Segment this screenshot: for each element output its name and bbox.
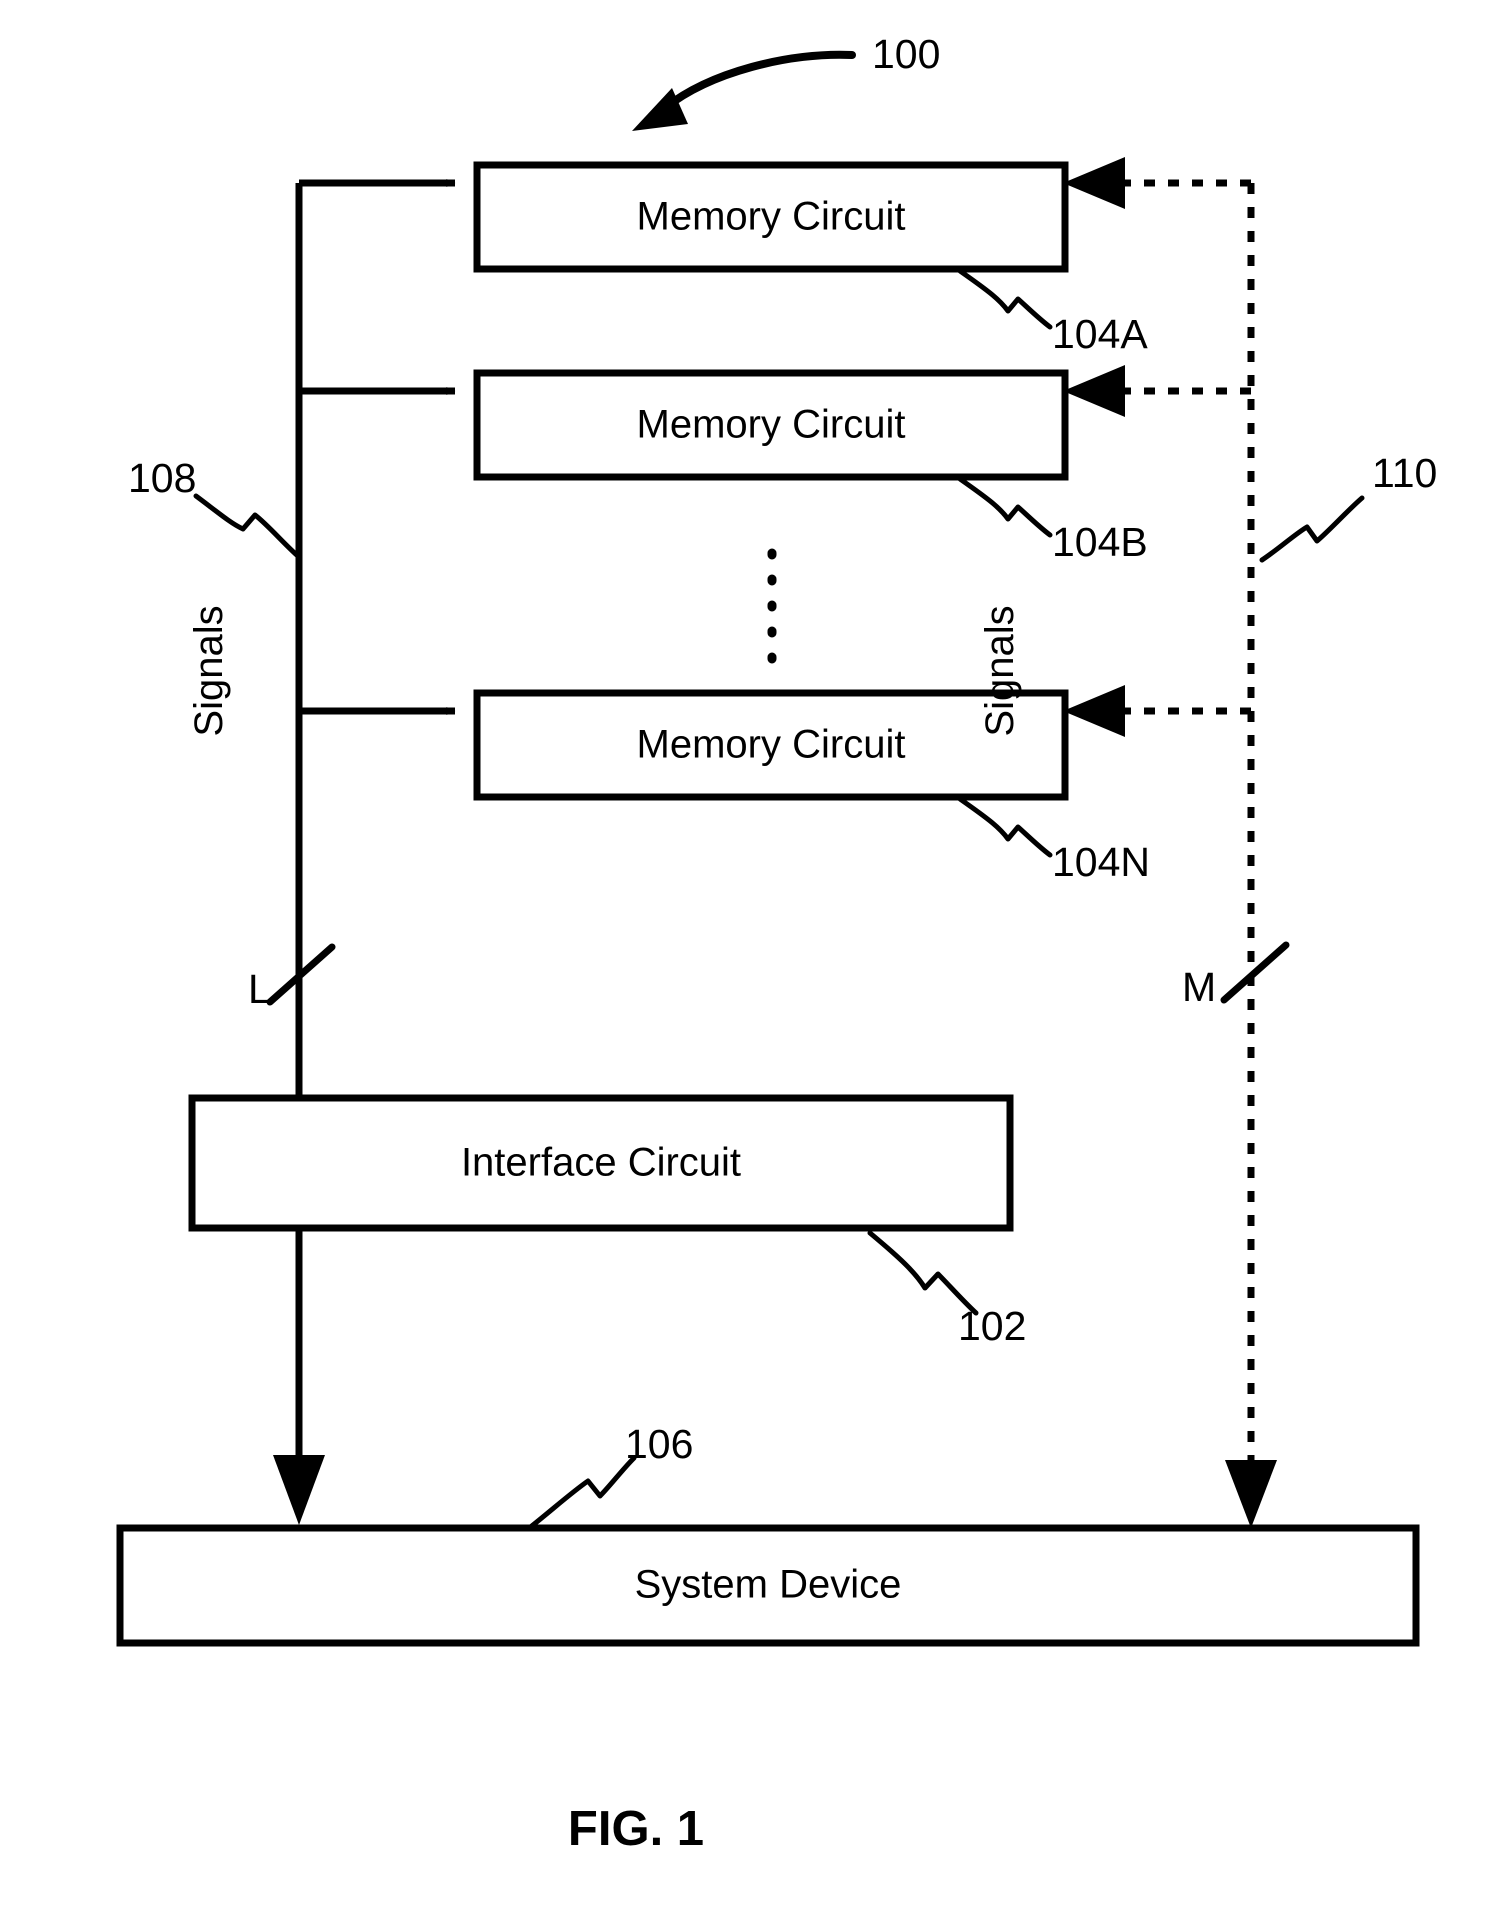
ref-100: 100	[872, 31, 940, 77]
ref-104b: 104B	[1052, 519, 1148, 565]
memory-circuit-b-label: Memory Circuit	[637, 403, 906, 447]
ref-104n: 104N	[1052, 839, 1150, 885]
ref-104b-leader	[957, 476, 1053, 538]
ref-108-leader	[193, 493, 302, 560]
patent-figure-1: 100 Memory Circuit 104A Memory Circuit 1…	[0, 0, 1493, 1916]
figure-caption: FIG. 1	[568, 1802, 704, 1856]
system-ref-pointer	[632, 50, 856, 131]
ref-102: 102	[958, 1303, 1026, 1349]
ref-102-leader	[867, 1230, 979, 1316]
right-bus-width-letter: M	[1182, 964, 1216, 1010]
system-device-label: System Device	[635, 1563, 902, 1607]
ref-110: 110	[1372, 450, 1437, 496]
ref-104a: 104A	[1052, 311, 1148, 357]
ref-104n-leader	[957, 796, 1053, 858]
memory-circuit-a-label: Memory Circuit	[637, 195, 906, 239]
ref-106-leader	[525, 1455, 637, 1532]
ref-104a-leader	[957, 268, 1053, 330]
right-bus-width-slash	[1220, 941, 1290, 1004]
ref-106: 106	[625, 1421, 693, 1467]
right-signals-label: Signals	[978, 605, 1022, 736]
left-bus-width-letter: L	[248, 966, 271, 1012]
interface-circuit-label: Interface Circuit	[461, 1141, 741, 1185]
left-signal-bus	[273, 179, 456, 1525]
ref-110-leader	[1259, 495, 1365, 563]
memory-circuit-n-label: Memory Circuit	[637, 723, 906, 767]
figure-canvas: 100 Memory Circuit 104A Memory Circuit 1…	[116, 31, 1437, 1856]
left-signals-label: Signals	[187, 605, 231, 736]
ref-108: 108	[128, 455, 196, 501]
